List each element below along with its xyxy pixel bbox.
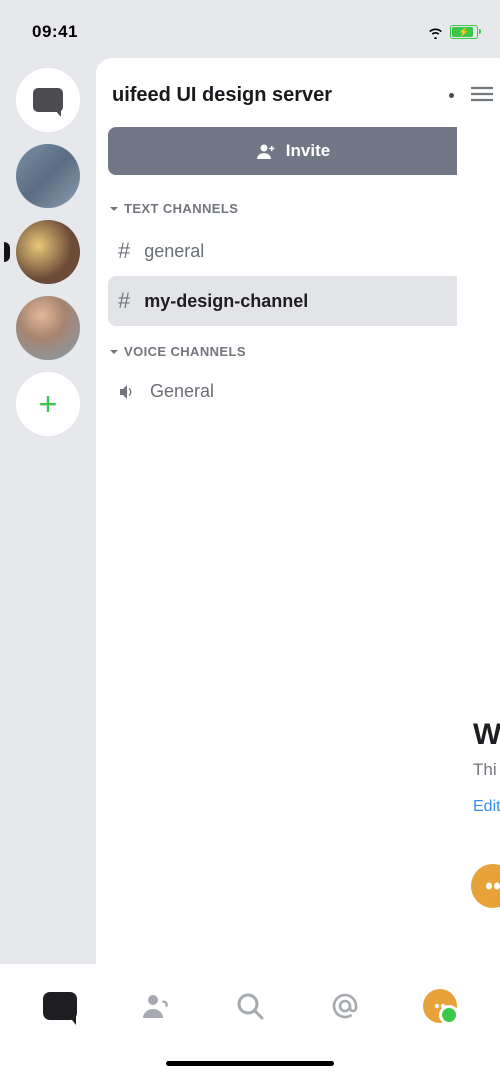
status-icons: ⚡ — [427, 25, 478, 39]
menu-icon[interactable] — [471, 86, 493, 102]
nav-search[interactable] — [228, 984, 272, 1028]
voice-channel-general[interactable]: General — [108, 369, 478, 414]
hash-icon: # — [118, 288, 130, 314]
chat-peek-panel[interactable]: W Thi Edit — [457, 58, 500, 964]
main-area: + uifeed UI design server Invite TEXT CH… — [0, 58, 500, 964]
channel-name: general — [144, 241, 204, 262]
channel-my-design-channel[interactable]: # my-design-channel — [108, 276, 478, 326]
nav-profile[interactable] — [418, 984, 462, 1028]
peek-subtext: Thi — [473, 760, 500, 780]
person-add-icon — [256, 143, 276, 159]
hash-icon: # — [118, 238, 130, 264]
status-bar: 09:41 ⚡ — [0, 0, 500, 50]
server-rail: + — [0, 58, 96, 964]
invite-label: Invite — [286, 141, 330, 161]
nav-home[interactable] — [38, 984, 82, 1028]
messages-icon — [33, 88, 63, 112]
channel-panel: uifeed UI design server Invite TEXT CHAN… — [96, 58, 490, 964]
chevron-down-icon — [108, 203, 120, 215]
bottom-nav — [0, 964, 500, 1080]
channel-name: my-design-channel — [144, 291, 308, 312]
status-time: 09:41 — [32, 22, 78, 42]
profile-avatar-icon — [423, 989, 457, 1023]
text-channels-category[interactable]: TEXT CHANNELS + — [108, 197, 478, 226]
dots-icon — [449, 93, 454, 98]
server-title: uifeed UI design server — [112, 84, 332, 107]
chevron-down-icon — [108, 346, 120, 358]
friends-icon — [140, 991, 170, 1021]
discord-icon — [43, 992, 77, 1020]
server-item-3[interactable] — [16, 296, 80, 360]
server-header[interactable]: uifeed UI design server — [108, 84, 478, 107]
category-label: TEXT CHANNELS — [124, 201, 238, 216]
active-indicator — [4, 242, 10, 262]
search-icon — [235, 991, 265, 1021]
server-item-1[interactable] — [16, 144, 80, 208]
invite-button[interactable]: Invite — [108, 127, 478, 175]
at-icon — [330, 991, 360, 1021]
discord-logo-icon — [478, 871, 500, 901]
battery-icon: ⚡ — [450, 25, 478, 39]
discord-face-icon — [429, 995, 451, 1017]
wifi-icon — [427, 26, 444, 39]
user-avatar[interactable] — [471, 864, 500, 908]
server-avatar — [16, 144, 80, 208]
speaker-icon — [118, 383, 136, 401]
home-indicator[interactable] — [166, 1061, 334, 1066]
channel-general[interactable]: # general — [108, 226, 478, 276]
channel-name: General — [150, 381, 214, 402]
server-item-2[interactable] — [16, 220, 80, 284]
peek-heading: W — [473, 718, 500, 752]
nav-mentions[interactable] — [323, 984, 367, 1028]
nav-friends[interactable] — [133, 984, 177, 1028]
category-label: VOICE CHANNELS — [124, 344, 246, 359]
edit-link[interactable]: Edit — [473, 798, 500, 816]
add-server-button[interactable]: + — [16, 372, 80, 436]
server-avatar — [16, 220, 80, 284]
voice-channels-category[interactable]: VOICE CHANNELS + — [108, 340, 478, 369]
dm-button[interactable] — [16, 68, 80, 132]
server-avatar — [16, 296, 80, 360]
plus-icon: + — [39, 386, 58, 423]
